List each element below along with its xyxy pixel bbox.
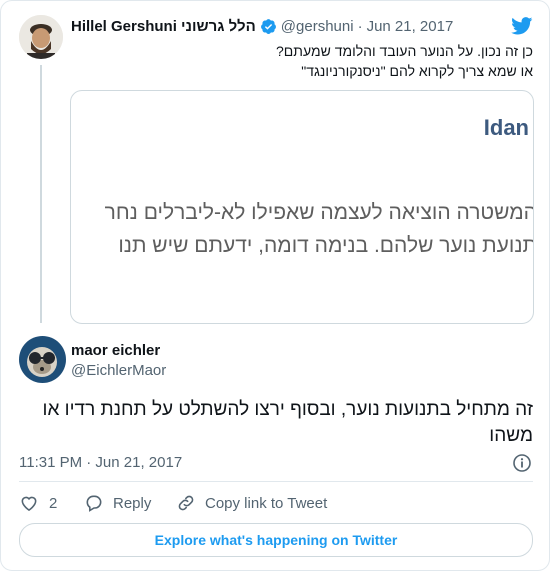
twitter-bird-icon[interactable]: [511, 17, 533, 35]
parent-tweet-line-1: כן זה נכון. על הנוער העובד והלומד שמעתם?: [276, 43, 533, 59]
reply-button[interactable]: Reply: [84, 493, 151, 513]
author-name[interactable]: maor eichler: [71, 342, 160, 359]
author-handle[interactable]: @EichlerMaor: [71, 362, 166, 379]
author-handle[interactable]: @gershuni: [281, 18, 354, 35]
divider: [19, 481, 533, 482]
copy-link-label: Copy link to Tweet: [205, 494, 328, 512]
like-count: 2: [49, 494, 58, 512]
tweet-timestamp[interactable]: 11:31 PM · Jun 21, 2017: [19, 454, 182, 471]
reply-label: Reply: [113, 494, 152, 512]
tweet-embed-card: Hillel Gershuni הלל גרשוני @gershuni · J…: [0, 0, 550, 571]
like-button[interactable]: 2: [19, 493, 57, 513]
image-line-2: תנועת נוער שלהם. בנימה דומה, ידעתם שיש ת…: [118, 234, 534, 257]
main-tweet-text: זה מתחיל בתנועות נוער, ובסוף ירצו להשתלט…: [42, 399, 533, 446]
link-icon: [176, 493, 196, 513]
reply-icon: [84, 493, 104, 513]
avatar[interactable]: [19, 336, 66, 383]
parent-tweet-line-2: או שמא צריך לקרוא להם "ניסנקורניונגד": [301, 63, 533, 79]
copy-link-button[interactable]: Copy link to Tweet: [176, 493, 327, 513]
heart-icon: [19, 493, 39, 513]
parent-tweet-text: כן זה נכון. על הנוער העובד והלומד שמעתם?…: [71, 41, 533, 81]
info-icon[interactable]: [512, 453, 532, 473]
tweet-image[interactable]: Idan המשטרה הוציאה לעצמה שאפילו לא-ליברל…: [70, 90, 534, 324]
avatar[interactable]: [19, 15, 63, 59]
thread-line: [40, 65, 42, 323]
separator-dot: ·: [357, 18, 363, 35]
tweet-date[interactable]: Jun 21, 2017: [367, 18, 454, 35]
image-line-1: המשטרה הוציאה לעצמה שאפילו לא-ליברלים נח…: [104, 201, 534, 224]
author-name[interactable]: Hillel Gershuni הלל גרשוני: [71, 18, 256, 35]
parent-tweet-header: Hillel Gershuni הלל גרשוני @gershuni · J…: [71, 18, 453, 35]
explore-twitter-button[interactable]: Explore what's happening on Twitter: [19, 523, 533, 557]
verified-badge-icon: [260, 18, 277, 35]
image-header: Idan: [483, 115, 529, 140]
